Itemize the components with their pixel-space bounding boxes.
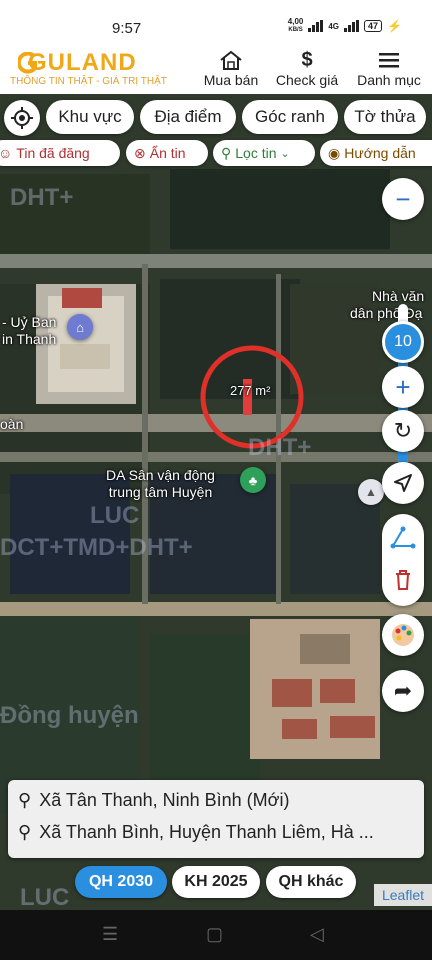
chip-dia-diem[interactable]: Địa điểm xyxy=(140,100,236,134)
road-label: oàn xyxy=(0,416,24,432)
share-icon: ➦ xyxy=(393,678,413,703)
navigation-arrow-icon xyxy=(394,474,412,492)
address-old[interactable]: ⚲ Xã Thanh Bình, Huyện Thanh Liêm, Hà ..… xyxy=(18,822,374,843)
address-new[interactable]: ⚲ Xã Tân Thanh, Ninh Bình (Mới) xyxy=(18,790,289,811)
logo-mark-icon xyxy=(18,52,37,74)
clock: 9:57 xyxy=(112,20,142,37)
refresh-icon: ↻ xyxy=(393,418,413,443)
chip-label: Tin đã đăng xyxy=(16,145,90,161)
nav-check-gia[interactable]: $ Check giá xyxy=(272,48,342,89)
chip-loc-tin[interactable]: ⚲ Lọc tin ⌄ xyxy=(213,140,315,166)
refresh-button[interactable]: ↻ xyxy=(382,410,424,452)
poi-label-line: - Uỷ Ban xyxy=(2,314,57,330)
share-button[interactable]: ➦ xyxy=(382,670,424,712)
plan-qh-khac[interactable]: QH khác xyxy=(266,866,356,898)
crosshair-icon xyxy=(11,107,33,129)
charging-icon: ⚡ xyxy=(387,19,402,33)
poi-label-line: trung tâm Huyện xyxy=(108,484,213,500)
network-type: 4G xyxy=(328,21,340,31)
menu-icon xyxy=(352,48,426,72)
nav-label: Check giá xyxy=(275,72,339,88)
brand-tagline: THÔNG TIN THẬT - GIÁ TRỊ THẬT xyxy=(10,76,167,87)
location-pin-icon: ⚲ xyxy=(221,144,232,161)
poi-label-stadium: DA Sân vận động trung tâm Huyện xyxy=(106,467,215,501)
plus-icon: + xyxy=(395,371,411,402)
poi-label-uy-ban: - Uỷ Ban in Thanh xyxy=(2,314,56,348)
draw-tools-group xyxy=(382,514,424,606)
nav-mua-ban[interactable]: Mua bán xyxy=(200,48,262,88)
back-icon[interactable]: ◁ xyxy=(310,924,324,945)
delete-drawing-button[interactable] xyxy=(382,562,424,598)
chip-to-thua[interactable]: Tờ thửa xyxy=(344,100,426,134)
status-icons: 4,00 KB/S 4G 47 ⚡ xyxy=(288,18,402,34)
government-poi-icon[interactable]: ⌂ xyxy=(67,314,93,340)
map-view[interactable]: DHT+ DHT+ LUC DCT+TMD+DHT+ LUC Đồng huyệ… xyxy=(0,94,432,910)
poi-label-line: dân phố Đạ xyxy=(350,305,423,321)
poi-label-line: Nhà văn xyxy=(372,288,425,304)
polygon-draw-icon xyxy=(390,526,416,549)
zoning-watermark: DCT+TMD+DHT+ xyxy=(0,534,193,561)
school-poi-icon[interactable]: ▲ xyxy=(358,479,384,505)
smile-icon: ☺ xyxy=(0,145,13,161)
zoom-in-button[interactable]: + xyxy=(382,366,424,408)
poi-label-nha-van-hoa: Nhà văn dân phố Đạ xyxy=(350,288,424,322)
battery-icon: 47 xyxy=(364,20,383,32)
nav-danh-muc[interactable]: Danh mục xyxy=(352,48,426,88)
nav-label: Danh mục xyxy=(357,72,421,88)
poi-label-line: DA Sân vận động xyxy=(106,467,215,483)
system-nav-bar: ☰ ▢ ◁ xyxy=(0,910,432,960)
zoning-watermark: DHT+ xyxy=(10,184,74,211)
park-poi-icon[interactable]: ♣ xyxy=(240,467,266,493)
home-icon[interactable]: ▢ xyxy=(206,924,223,945)
guide-icon: ◉ xyxy=(328,144,341,161)
close-circle-icon: ⊗ xyxy=(134,144,146,161)
house-icon xyxy=(200,48,262,72)
network-speed: 4,00 KB/S xyxy=(288,18,304,34)
chip-label: Hướng dẫn xyxy=(344,145,416,161)
trash-icon xyxy=(396,570,410,590)
address-old-text: Xã Thanh Bình, Huyện Thanh Liêm, Hà ... xyxy=(39,822,374,842)
address-panel: ⚲ Xã Tân Thanh, Ninh Bình (Mới) ⚲ Xã Tha… xyxy=(8,780,424,858)
zoom-out-button[interactable]: − xyxy=(382,178,424,220)
wifi-signal-icon xyxy=(308,20,324,32)
layer-style-button[interactable] xyxy=(382,614,424,656)
logo[interactable]: GULAND THÔNG TIN THẬT - GIÁ TRỊ THẬT xyxy=(10,50,167,88)
chip-tin-da-dang[interactable]: ☺ Tin đã đăng xyxy=(0,140,120,166)
measure-tool-button[interactable] xyxy=(382,520,424,556)
cell-signal-icon xyxy=(344,20,360,32)
palette-icon xyxy=(392,624,414,646)
dollar-icon: $ xyxy=(301,48,313,71)
plan-kh-2025[interactable]: KH 2025 xyxy=(172,866,260,898)
speed-value: 4,00 xyxy=(287,17,304,26)
zoning-watermark: LUC xyxy=(90,502,140,529)
minus-icon: − xyxy=(395,183,411,214)
recent-apps-icon[interactable]: ☰ xyxy=(102,924,118,945)
nav-label: Mua bán xyxy=(203,72,259,88)
status-bar: 9:57 4,00 KB/S 4G 47 ⚡ xyxy=(0,0,432,44)
chip-label: Lọc tin xyxy=(235,145,277,161)
location-pin-icon: ⚲ xyxy=(18,790,32,810)
chip-label: Ẩn tin xyxy=(149,145,186,161)
zoning-watermark: DHT+ xyxy=(248,434,312,461)
zoning-watermark: LUC xyxy=(20,884,70,910)
plan-qh-2030[interactable]: QH 2030 xyxy=(75,866,167,898)
chevron-down-icon: ⌄ xyxy=(280,147,290,160)
leaflet-attribution[interactable]: Leaflet xyxy=(374,884,432,906)
chip-khu-vuc[interactable]: Khu vực xyxy=(46,100,134,134)
chip-an-tin[interactable]: ⊗ Ẩn tin xyxy=(126,140,208,166)
speed-unit: KB/S xyxy=(288,27,303,33)
parcel-area-label: 277 m² xyxy=(230,383,271,398)
navigate-button[interactable] xyxy=(382,462,424,504)
chip-goc-ranh[interactable]: Góc ranh xyxy=(242,100,338,134)
locate-me-button[interactable] xyxy=(4,100,40,136)
chip-huong-dan[interactable]: ◉ Hướng dẫn xyxy=(320,140,432,166)
poi-label-line: in Thanh xyxy=(2,331,57,347)
app-header: GULAND THÔNG TIN THẬT - GIÁ TRỊ THẬT Mua… xyxy=(0,44,432,94)
zoning-watermark: Đồng huyện xyxy=(0,702,139,729)
zoom-level-knob[interactable]: 10 xyxy=(382,321,424,363)
location-pin-icon: ⚲ xyxy=(18,822,32,842)
address-new-text: Xã Tân Thanh, Ninh Bình (Mới) xyxy=(39,790,290,810)
